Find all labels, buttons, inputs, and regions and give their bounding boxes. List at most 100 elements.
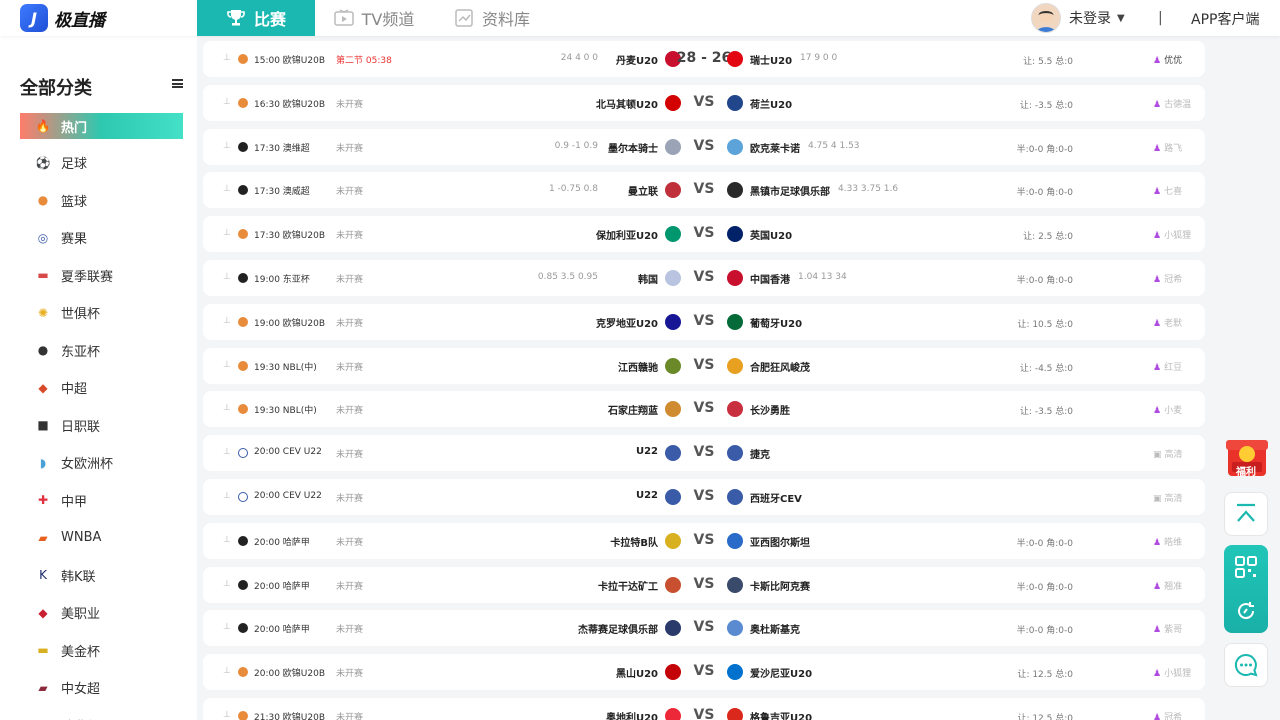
qr-code-button[interactable] — [1234, 545, 1258, 589]
sidebar-item[interactable]: K 韩K联 — [20, 557, 183, 595]
anchor-link[interactable]: ♟ 古德温 — [1153, 97, 1191, 110]
home-team-name[interactable]: 保加利亚U20 — [596, 227, 658, 242]
pin-icon[interactable]: ⊥ — [223, 579, 231, 591]
anchor-link[interactable]: ▣ 高清 — [1153, 447, 1183, 460]
match-row[interactable]: ⊥ 20:00 CEV U22 未开赛 U22 VS 捷克 ▣ 高清 — [203, 435, 1205, 472]
pin-icon[interactable]: ⊥ — [223, 360, 231, 372]
anchor-link[interactable]: ♟ 翘准 — [1153, 579, 1182, 592]
pin-icon[interactable]: ⊥ — [223, 403, 231, 415]
sidebar-item[interactable]: ◎ 赛果 — [20, 219, 183, 257]
anchor-link[interactable]: ♟ 七喜 — [1153, 184, 1182, 197]
home-team-name[interactable]: 墨尔本骑士 — [608, 140, 658, 155]
away-team-name[interactable]: 爱沙尼亚U20 — [750, 665, 812, 680]
pin-icon[interactable]: ⊥ — [223, 666, 231, 678]
home-team-name[interactable]: 黑山U20 — [616, 665, 658, 680]
site-logo[interactable]: J 极直播 — [20, 4, 105, 32]
match-row[interactable]: ⊥ 16:30 欧锦U20B 未开赛 北马其顿U20 VS 荷兰U20 让: -3.5 总:… — [203, 84, 1205, 121]
sidebar-item[interactable]: ◆ 美职业 — [20, 594, 183, 632]
pin-icon[interactable]: ⊥ — [223, 491, 231, 503]
match-row[interactable]: ⊥ 15:00 欧锦U20B 第二节 05:38 24 4 0 0 丹麦U20 28 - … — [203, 41, 1205, 77]
anchor-link[interactable]: ♟ 小狐狸 — [1153, 228, 1191, 241]
away-team-name[interactable]: 奥杜斯基克 — [750, 621, 800, 636]
match-row[interactable]: ⊥ 17:30 欧锦U20B 未开赛 保加利亚U20 VS 英国U20 让: 2.5 总:0… — [203, 216, 1205, 253]
home-team-name[interactable]: 卡拉特B队 — [610, 534, 658, 549]
away-team-name[interactable]: 荷兰U20 — [750, 96, 792, 111]
pin-icon[interactable]: ⊥ — [223, 447, 231, 459]
pin-icon[interactable]: ⊥ — [223, 710, 231, 720]
sidebar-item[interactable]: ✚ 中甲 — [20, 482, 183, 520]
match-row[interactable]: ⊥ 19:30 NBL(中) 未开赛 江西赣驰 VS 合肥狂风峻茂 让: -4.5 总:0 ♟… — [203, 347, 1205, 384]
sidebar-item[interactable]: ✺ 世俱杯 — [20, 294, 183, 332]
pin-icon[interactable]: ⊥ — [223, 316, 231, 328]
app-client-link[interactable]: APP客户端 — [1191, 9, 1259, 29]
away-team-name[interactable]: 瑞士U20 — [750, 52, 792, 67]
match-row[interactable]: ⊥ 17:30 澳维超 未开赛 0.9 -1 0.9 墨尔本骑士 VS 欧克莱卡诺 4.75 … — [203, 128, 1205, 165]
anchor-link[interactable]: ♟ 冠希 — [1153, 272, 1182, 285]
anchor-link[interactable]: ♟ 小狐狸 — [1153, 666, 1191, 679]
sidebar-item[interactable]: ◗ 女欧洲杯 — [20, 444, 183, 482]
nav-tab-tv[interactable]: TV频道 — [315, 0, 433, 36]
match-row[interactable]: ⊥ 19:00 东亚杯 未开赛 0.85 3.5 0.95 韩国 VS 中国香港 1.04 1… — [203, 259, 1205, 296]
anchor-link[interactable]: ♟ 紫哥 — [1153, 622, 1182, 635]
away-team-name[interactable]: 西班牙CEV — [750, 490, 802, 505]
away-team-name[interactable]: 格鲁吉亚U20 — [750, 709, 812, 720]
match-row[interactable]: ⊥ 20:00 哈萨甲 未开赛 卡拉特B队 VS 亚西图尔斯坦 半:0-0 角:0-0 ♟ 皓维 — [203, 522, 1205, 559]
anchor-link[interactable]: ♟ 老默 — [1153, 316, 1182, 329]
pin-icon[interactable]: ⊥ — [223, 184, 231, 196]
sidebar-item[interactable]: ● 东亚杯 — [20, 332, 183, 370]
away-team-name[interactable]: 合肥狂风峻茂 — [750, 359, 810, 374]
pin-icon[interactable]: ⊥ — [223, 622, 231, 634]
anchor-link[interactable]: ♟ 红豆 — [1153, 360, 1182, 373]
anchor-link[interactable]: ♟ 冠希 — [1153, 710, 1182, 720]
sidebar-item[interactable]: ▬ 美金杯 — [20, 632, 183, 670]
match-row[interactable]: ⊥ 20:00 欧锦U20B 未开赛 黑山U20 VS 爱沙尼亚U20 让: 12.5 总:… — [203, 654, 1205, 691]
pin-icon[interactable]: ⊥ — [223, 53, 231, 65]
pin-icon[interactable]: ⊥ — [223, 141, 231, 153]
home-team-name[interactable]: 江西赣驰 — [618, 359, 658, 374]
chat-button[interactable] — [1224, 643, 1268, 687]
pin-icon[interactable]: ⊥ — [223, 272, 231, 284]
match-row[interactable]: ⊥ 17:30 澳威超 未开赛 1 -0.75 0.8 曼立联 VS 黑镇市足球俱乐部 4.3… — [203, 172, 1205, 209]
home-team-name[interactable]: 卡拉干达矿工 — [598, 578, 658, 593]
pin-icon[interactable]: ⊥ — [223, 535, 231, 547]
sidebar-item[interactable]: 🔥 热门 — [20, 113, 183, 139]
away-team-name[interactable]: 葡萄牙U20 — [750, 315, 802, 330]
match-row[interactable]: ⊥ 20:00 哈萨甲 未开赛 卡拉干达矿工 VS 卡斯比阿克赛 半:0-0 角:0-0 ♟ 翘… — [203, 566, 1205, 603]
refresh-button[interactable] — [1234, 589, 1258, 633]
pin-icon[interactable]: ⊥ — [223, 228, 231, 240]
home-team-name[interactable]: 曼立联 — [628, 183, 658, 198]
away-team-name[interactable]: 中国香港 — [750, 271, 790, 286]
nav-tab-matches[interactable]: 比赛 — [197, 0, 315, 36]
home-team-name[interactable]: U22 — [636, 490, 658, 501]
match-row[interactable]: ⊥ 21:30 欧锦U20B 未开赛 奥地利U20 VS 格鲁吉亚U20 让: 12.5 总… — [203, 697, 1205, 720]
home-team-name[interactable]: 石家庄翔蓝 — [608, 402, 658, 417]
anchor-link[interactable]: ▣ 高清 — [1153, 491, 1183, 504]
sidebar-item[interactable]: ◆ 中超 — [20, 369, 183, 407]
sidebar-item[interactable]: ◉ 瑞典超 — [20, 707, 183, 720]
home-team-name[interactable]: 杰蒂赛足球俱乐部 — [578, 621, 658, 636]
gift-widget[interactable]: 福利 — [1224, 433, 1270, 479]
match-row[interactable]: ⊥ 19:00 欧锦U20B 未开赛 克罗地亚U20 VS 葡萄牙U20 让: 10.5 总… — [203, 303, 1205, 340]
sidebar-item[interactable]: ▬ 夏季联赛 — [20, 257, 183, 295]
away-team-name[interactable]: 英国U20 — [750, 227, 792, 242]
away-team-name[interactable]: 亚西图尔斯坦 — [750, 534, 810, 549]
pin-icon[interactable]: ⊥ — [223, 97, 231, 109]
away-team-name[interactable]: 长沙勇胜 — [750, 402, 790, 417]
away-team-name[interactable]: 捷克 — [750, 446, 770, 461]
home-team-name[interactable]: 韩国 — [638, 271, 658, 286]
home-team-name[interactable]: 丹麦U20 — [616, 52, 658, 67]
match-row[interactable]: ⊥ 19:30 NBL(中) 未开赛 石家庄翔蓝 VS 长沙勇胜 让: -3.5 总:0 ♟ 小… — [203, 391, 1205, 428]
away-team-name[interactable]: 欧克莱卡诺 — [750, 140, 800, 155]
anchor-link[interactable]: ♟ 皓维 — [1153, 535, 1182, 548]
match-row[interactable]: ⊥ 20:00 哈萨甲 未开赛 杰蒂赛足球俱乐部 VS 奥杜斯基克 半:0-0 角:0-0 ♟… — [203, 610, 1205, 647]
back-to-top-button[interactable] — [1224, 492, 1268, 536]
match-row[interactable]: ⊥ 20:00 CEV U22 未开赛 U22 VS 西班牙CEV ▣ 高清 — [203, 478, 1205, 515]
anchor-link[interactable]: ♟ 路飞 — [1153, 141, 1182, 154]
sidebar-item[interactable]: ▰ WNBA — [20, 519, 183, 557]
away-team-name[interactable]: 卡斯比阿克赛 — [750, 578, 810, 593]
anchor-link[interactable]: ♟ 小麦 — [1153, 403, 1182, 416]
sidebar-item[interactable]: ▰ 中女超 — [20, 669, 183, 707]
sidebar-item[interactable]: ● 篮球 — [20, 182, 183, 220]
home-team-name[interactable]: 北马其顿U20 — [596, 96, 658, 111]
anchor-link[interactable]: ♟ 优优 — [1153, 53, 1182, 66]
